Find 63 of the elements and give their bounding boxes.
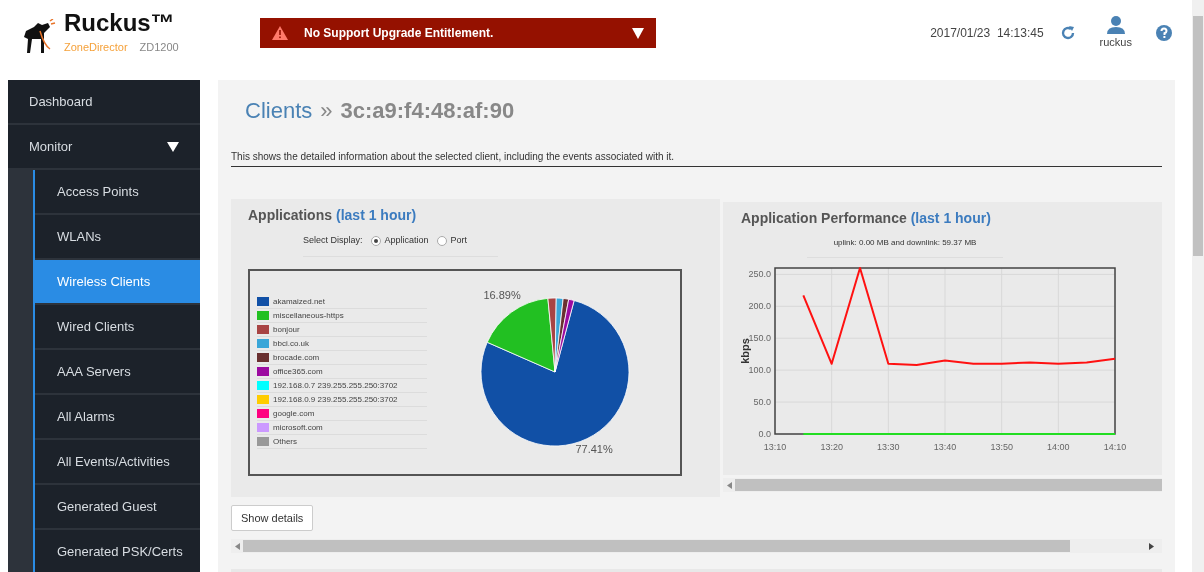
title-separator: » [320, 97, 333, 125]
legend-label: 192.168.0.9 239.255.255.250:3702 [273, 393, 398, 406]
period-link[interactable]: (last 1 hour) [910, 208, 991, 229]
axis-tick-label: 250.0 [748, 269, 771, 280]
sidebar-item[interactable]: Generated Guest [35, 485, 200, 530]
axis-tick-label: 14:00 [1047, 442, 1070, 452]
legend-label: 192.168.0.7 239.255.255.250:3702 [273, 379, 398, 392]
model-name: ZD1200 [139, 39, 179, 55]
legend-label: brocade.com [273, 351, 320, 364]
legend-label: bbci.co.uk [273, 337, 310, 350]
card-title: Applications [248, 206, 332, 225]
legend-label: office365.com [273, 365, 323, 378]
user-name[interactable]: ruckus [1099, 33, 1132, 51]
date-time: 2017/01/23 14:13:45 [930, 25, 1044, 42]
warning-icon [272, 26, 288, 40]
legend-label: bonjour [273, 323, 300, 336]
axis-tick-label: 13:20 [820, 442, 843, 452]
product-name: ZoneDirector [64, 39, 128, 55]
axis-tick-label: 200.0 [748, 301, 771, 312]
axis-tick-label: 14:10 [1103, 442, 1127, 452]
select-display-label: Select Display: [303, 234, 363, 247]
axis-tick-label: 50.0 [753, 397, 771, 408]
axis-tick-label: 150.0 [748, 333, 771, 344]
radio-option[interactable]: Application [370, 234, 429, 248]
sidebar-item[interactable]: Wired Clients [35, 305, 200, 350]
axis-tick-label: 13:40 [933, 442, 957, 452]
legend-label: akamaized.net [273, 295, 326, 308]
legend-label: Others [273, 435, 297, 448]
axis-title: kbps [741, 338, 751, 364]
sidebar-item[interactable]: Generated PSK/Certs [35, 530, 200, 572]
axis-tick-label: 100.0 [748, 365, 771, 376]
axis-tick-label: 13:10 [763, 442, 787, 452]
slice-percent: 77.41% [575, 443, 613, 456]
horizontal-scrollbar[interactable] [723, 478, 1162, 492]
sidebar-item[interactable]: AAA Servers [35, 350, 200, 395]
client-mac: 3c:a9:f4:48:af:90 [340, 97, 515, 125]
sidebar-item[interactable]: Wireless Clients [35, 260, 200, 305]
user-icon[interactable] [1105, 15, 1126, 34]
slice-percent: 16.89% [483, 288, 521, 301]
page-description: This shows the detailed information about the selected client, including the events associated with it. [231, 149, 1162, 167]
sidebar-item[interactable]: Access Points [35, 170, 200, 215]
help-icon[interactable] [1156, 25, 1172, 41]
axis-tick-label: 0.0 [758, 429, 771, 439]
refresh-icon[interactable] [1059, 25, 1076, 41]
sidebar-item[interactable]: WLANs [35, 215, 200, 260]
alert-banner[interactable]: No Support Upgrade Entitlement. [260, 18, 656, 48]
sidebar-item[interactable]: Dashboard [8, 80, 200, 125]
show-details-button[interactable]: Show details [231, 505, 314, 532]
page-title: Clients [245, 97, 313, 125]
sidebar-item[interactable]: All Events/Activities [35, 440, 200, 485]
brand-name: Ruckus™ [64, 10, 176, 35]
axis-tick-label: 13:30 [877, 442, 900, 452]
alert-text: No Support Upgrade Entitlement. [304, 25, 495, 42]
traffic-summary: uplink: 0.00 MB and downlink: 59.37 MB [807, 237, 1003, 258]
legend-label: miscellaneous-https [273, 309, 344, 322]
vertical-scrollbar[interactable] [1192, 0, 1204, 572]
legend-label: google.com [273, 407, 315, 420]
card-title: Application Performance [741, 209, 907, 228]
sidebar-item[interactable]: All Alarms [35, 395, 200, 440]
radio-option[interactable]: Port [436, 234, 468, 248]
legend-label: microsoft.com [273, 421, 323, 434]
period-link[interactable]: (last 1 hour) [336, 205, 417, 226]
axis-tick-label: 13:50 [990, 442, 1013, 452]
